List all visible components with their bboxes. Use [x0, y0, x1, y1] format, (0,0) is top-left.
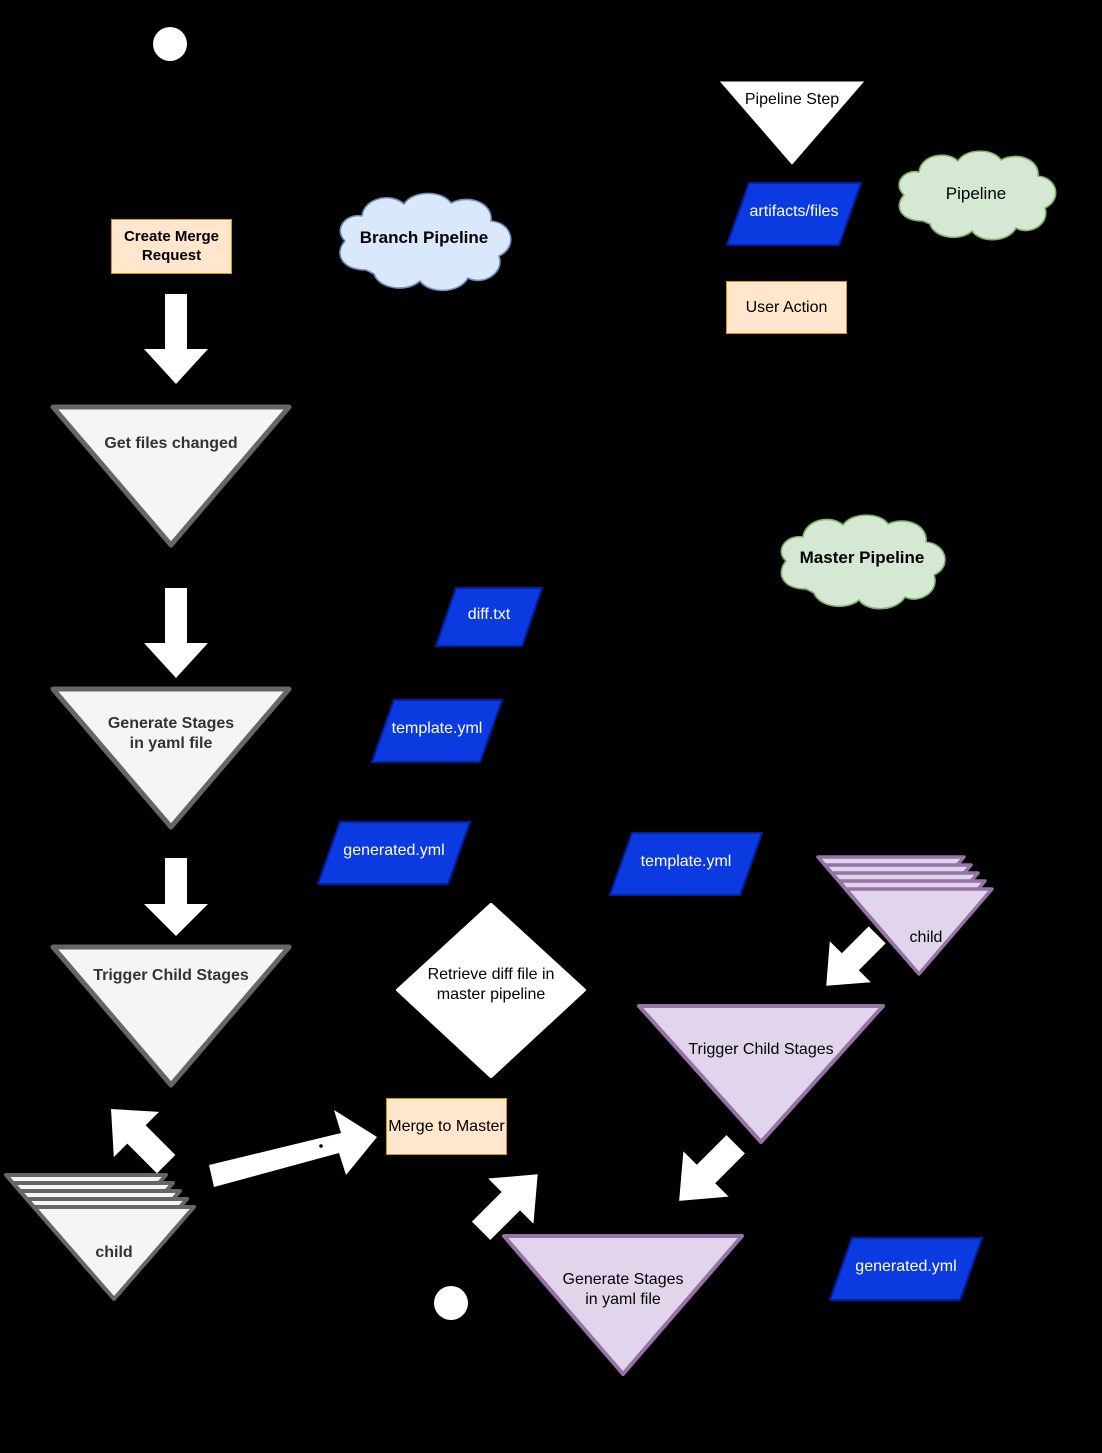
merge-to-master-label: Merge to Master — [388, 1117, 505, 1135]
master-trigger-child-stages-step[interactable]: Trigger Child Stages — [633, 1002, 889, 1146]
branch-artifact-diff-txt[interactable]: diff.txt — [434, 587, 544, 647]
arrow-child-to-merge-master — [205, 1105, 380, 1195]
branch-generate-stages-step[interactable]: Generate Stages in yaml file — [45, 686, 297, 830]
branch-generate-stages-label: Generate Stages in yaml file — [107, 715, 235, 752]
legend-user-action-label: User Action — [745, 298, 828, 316]
legend-pipeline-cloud-label: Pipeline — [945, 184, 1007, 203]
master-pipeline-cloud-label: Master Pipeline — [799, 548, 925, 567]
branch-child-label: child — [95, 1244, 133, 1261]
legend-pipeline-step-shape: Pipeline Step — [719, 81, 865, 165]
branch-trigger-child-stages-step[interactable]: Trigger Child Stages — [45, 944, 297, 1088]
branch-artifact-generated-yml[interactable]: generated.yml — [316, 821, 472, 885]
retrieve-diff-file-label: Retrieve diff file in master pipeline — [427, 966, 555, 1003]
branch-pipeline-cloud-label: Branch Pipeline — [359, 228, 489, 247]
arrow-create-mr-to-get-files — [144, 294, 208, 384]
start-node-dot — [153, 27, 187, 61]
get-files-changed-label: Get files changed — [104, 435, 238, 452]
legend-artifacts-shape: artifacts/files — [725, 182, 863, 246]
get-files-changed-step[interactable]: Get files changed — [45, 404, 297, 548]
legend-user-action-box: User Action — [726, 281, 847, 334]
master-artifact-generated-yml[interactable]: generated.yml — [828, 1237, 984, 1301]
legend-artifacts-label: artifacts/files — [749, 203, 839, 220]
branch-artifact-template-yml[interactable]: template.yml — [370, 699, 504, 763]
branch-artifact-diff-txt-label: diff.txt — [467, 606, 511, 623]
branch-artifact-generated-yml-label: generated.yml — [343, 842, 445, 859]
create-merge-request-box[interactable]: Create Merge Request — [111, 219, 232, 274]
master-artifact-template-yml[interactable]: template.yml — [608, 832, 764, 896]
merge-to-master-box[interactable]: Merge to Master — [386, 1098, 507, 1155]
branch-child-pipelines-stack[interactable]: child — [2, 1171, 202, 1303]
master-artifact-template-yml-label: template.yml — [640, 853, 732, 870]
master-pipeline-cloud: Master Pipeline — [772, 512, 952, 616]
branch-pipeline-cloud: Branch Pipeline — [330, 190, 518, 298]
legend-pipeline-cloud-shape: Pipeline — [890, 148, 1062, 246]
create-merge-request-label: Create Merge Request — [123, 228, 220, 264]
legend-pipeline-step-label: Pipeline Step — [744, 91, 840, 108]
diagram-canvas: Pipeline Step artifacts/files Pipeline U… — [0, 0, 1102, 1453]
retrieve-diff-file-decision[interactable]: Retrieve diff file in master pipeline — [396, 903, 586, 1078]
master-artifact-generated-yml-label: generated.yml — [855, 1258, 957, 1275]
master-node-dot — [434, 1286, 468, 1320]
arrow-generate-to-trigger — [144, 858, 208, 936]
master-child-label: child — [909, 929, 943, 946]
arrow-get-files-to-generate-stages — [144, 588, 208, 678]
master-generate-stages-step[interactable]: Generate Stages in yaml file — [498, 1232, 748, 1378]
branch-trigger-child-stages-label: Trigger Child Stages — [93, 967, 249, 984]
master-trigger-child-stages-label: Trigger Child Stages — [688, 1041, 834, 1058]
arrow-trigger-to-child-branch — [95, 1093, 185, 1183]
master-generate-stages-label: Generate Stages in yaml file — [562, 1271, 684, 1308]
branch-artifact-template-yml-label: template.yml — [391, 720, 483, 737]
master-child-pipelines-stack[interactable]: child — [813, 852, 1003, 998]
